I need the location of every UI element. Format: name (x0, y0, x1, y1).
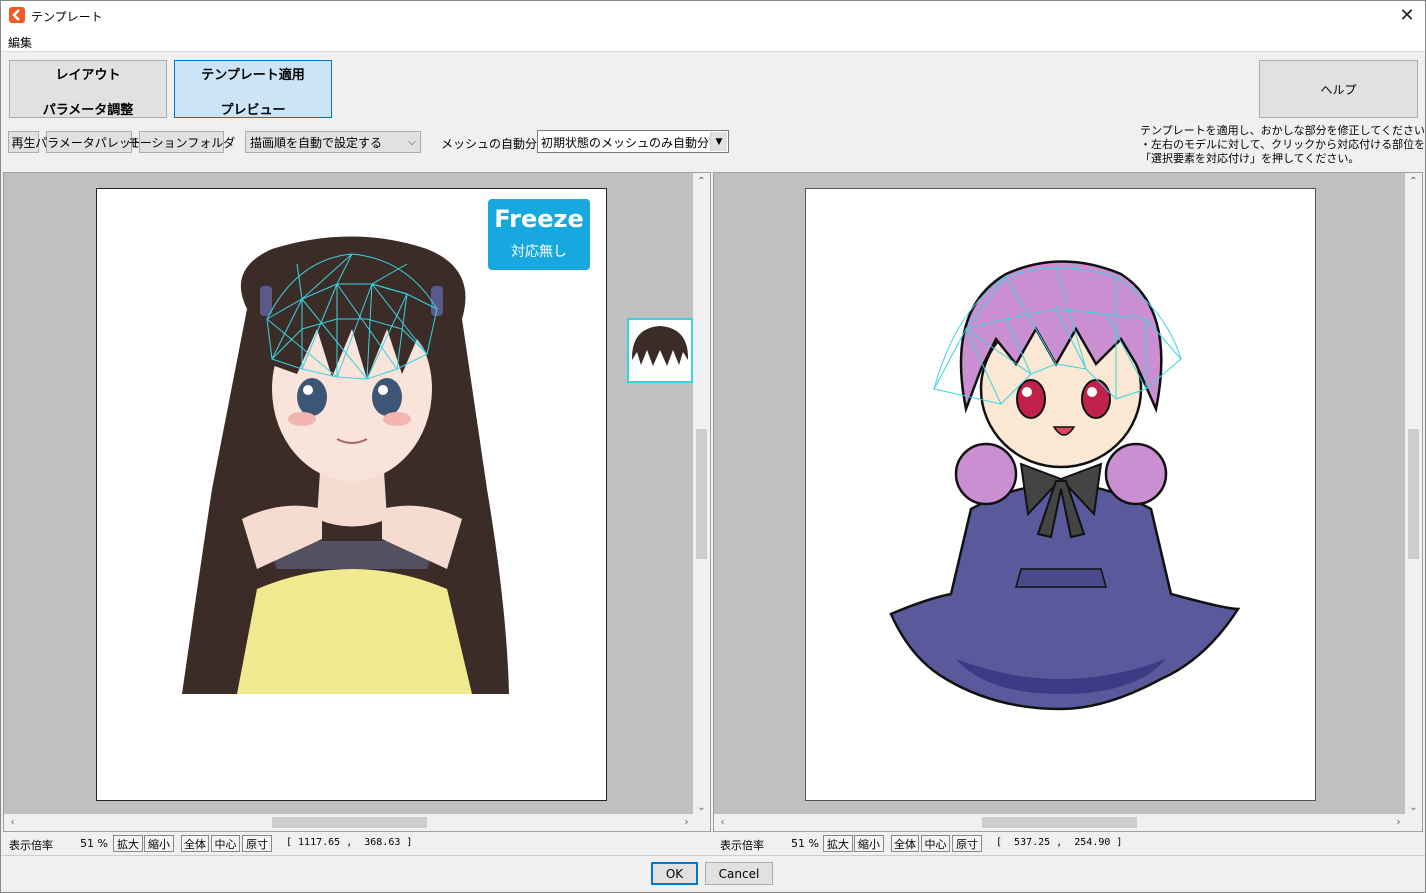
zoom-value: 51 % (791, 837, 819, 850)
fit-all-button[interactable]: 全体 (891, 835, 919, 852)
left-vertical-scrollbar[interactable]: ⌃ ⌄ (693, 173, 710, 816)
freeze-badge: Freeze 対応無し (488, 199, 590, 270)
actual-size-button[interactable]: 原寸 (242, 835, 272, 852)
ok-button[interactable]: OK (651, 862, 698, 885)
left-model-pane[interactable]: Freeze 対応無し ⌃ ⌄ ‹ › (3, 172, 711, 832)
zoom-out-button[interactable]: 縮小 (144, 835, 174, 852)
mesh-auto-split-label: メッシュの自動分割 (441, 137, 550, 151)
cursor-coordinates: [ 537.25 , 254.90 ] (996, 837, 1123, 848)
layout-mode-button[interactable]: レイアウト パラメータ調整 (9, 60, 167, 118)
left-model-character (182, 236, 509, 694)
right-model-canvas[interactable] (805, 188, 1316, 801)
menu-bar: 編集 (0, 31, 1426, 52)
scroll-thumb[interactable] (1408, 429, 1419, 559)
app-logo-icon (9, 7, 25, 23)
right-model-pane[interactable]: ⌃ ⌄ ‹ › (713, 172, 1423, 832)
parameter-adjust-label: パラメータ調整 (42, 103, 134, 118)
draw-order-value: 描画順を自動で設定する (250, 135, 383, 150)
scroll-left-icon[interactable]: ‹ (714, 814, 731, 831)
mesh-auto-split-select[interactable]: 初期状態のメッシュのみ自動分割 ▼ (537, 130, 729, 153)
motion-folder-button[interactable]: モーションフォルダ (128, 131, 235, 153)
cursor-coordinates: [ 1117.65 , 368.63 ] (286, 837, 413, 848)
actual-size-button[interactable]: 原寸 (952, 835, 982, 852)
left-status-bar: 表示倍率 51 % 拡大 縮小 全体 中心 原寸 [ 1117.65 , 368… (0, 833, 712, 854)
scroll-thumb[interactable] (272, 817, 427, 828)
right-horizontal-scrollbar[interactable]: ‹ › (714, 814, 1407, 831)
scroll-up-icon[interactable]: ⌃ (1405, 173, 1422, 190)
draw-order-select[interactable]: 描画順を自動で設定する ⌵ (245, 131, 421, 153)
scroll-thumb[interactable] (696, 429, 707, 559)
zoom-value: 51 % (80, 837, 108, 850)
bangs-part-icon (631, 326, 689, 366)
close-icon[interactable]: ✕ (1392, 2, 1422, 28)
window-title: テンプレート (31, 10, 103, 24)
freeze-badge-subtitle: 対応無し (511, 244, 567, 260)
zoom-in-button[interactable]: 拡大 (823, 835, 853, 852)
cancel-button[interactable]: Cancel (705, 862, 773, 885)
right-vertical-scrollbar[interactable]: ⌃ ⌄ (1405, 173, 1422, 816)
parameter-palette-button[interactable]: パラメータパレット (35, 131, 143, 153)
mesh-auto-split-value: 初期状態のメッシュのみ自動分割 (541, 136, 722, 150)
help-button[interactable]: ヘルプ (1259, 60, 1418, 118)
chevron-down-icon: ⌵ (408, 136, 416, 148)
left-model-canvas[interactable]: Freeze 対応無し (96, 188, 607, 801)
zoom-label: 表示倍率 (720, 839, 764, 852)
template-apply-mode-button[interactable]: テンプレート適用 プレビュー (174, 60, 332, 118)
zoom-out-button[interactable]: 縮小 (854, 835, 884, 852)
left-horizontal-scrollbar[interactable]: ‹ › (4, 814, 695, 831)
scroll-left-icon[interactable]: ‹ (4, 814, 21, 831)
zoom-label: 表示倍率 (9, 839, 53, 852)
layout-mode-label: レイアウト (55, 68, 121, 83)
scroll-up-icon[interactable]: ⌃ (693, 173, 710, 190)
dropdown-arrow-icon[interactable]: ▼ (710, 132, 727, 151)
scroll-thumb[interactable] (982, 817, 1137, 828)
template-apply-label: テンプレート適用 (201, 68, 305, 83)
freeze-badge-title: Freeze (494, 205, 584, 233)
menu-edit[interactable]: 編集 (8, 34, 32, 51)
right-status-bar: 表示倍率 51 % 拡大 縮小 全体 中心 原寸 [ 537.25 , 254.… (712, 833, 1426, 854)
left-part-thumbnail[interactable] (627, 318, 693, 383)
instructions-text: テンプレートを適用し、おかしな部分を修正してください。 ・左右のモデルに対して、… (1140, 124, 1426, 165)
title-bar: テンプレート ✕ (0, 0, 1426, 31)
right-model-character (889, 260, 1241, 711)
center-button[interactable]: 中心 (211, 835, 240, 852)
center-button[interactable]: 中心 (921, 835, 950, 852)
zoom-in-button[interactable]: 拡大 (113, 835, 143, 852)
preview-label: プレビュー (220, 103, 286, 118)
fit-all-button[interactable]: 全体 (181, 835, 209, 852)
